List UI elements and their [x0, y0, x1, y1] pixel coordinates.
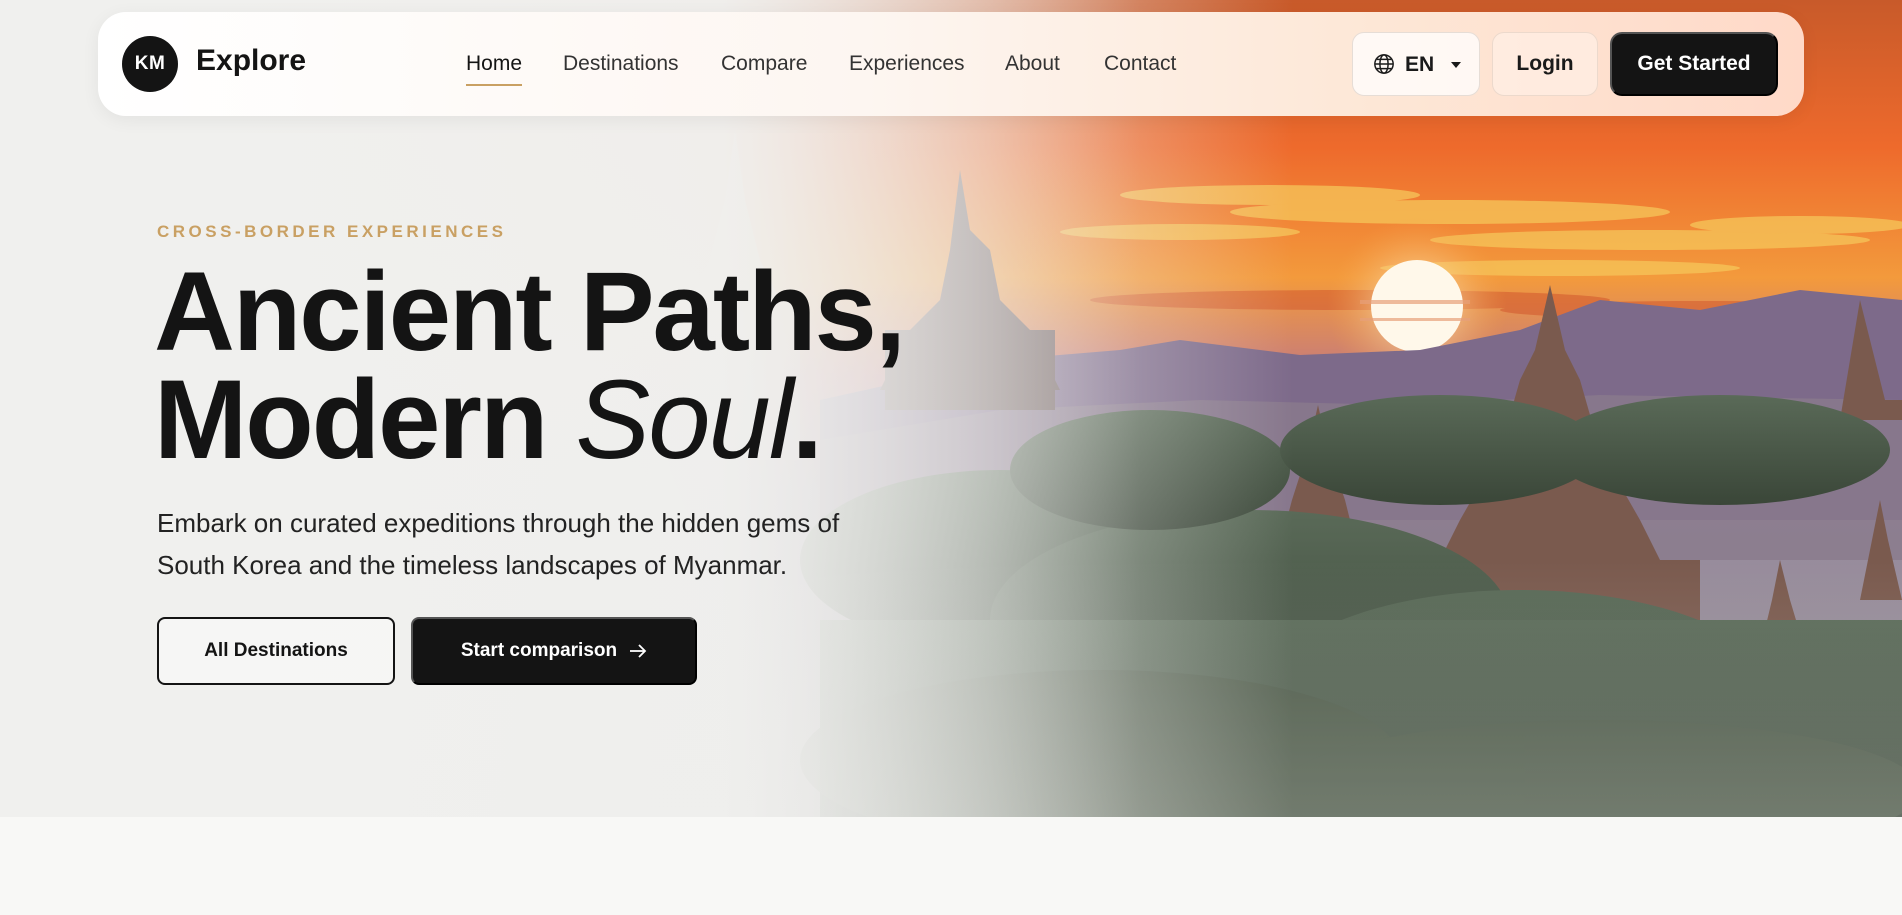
- start-comparison-label: Start comparison: [460, 640, 618, 661]
- nav-link-contact[interactable]: Contact: [1104, 52, 1176, 76]
- headline-line-1: Ancient Paths,: [154, 249, 906, 374]
- nav-link-label: Contact: [1104, 52, 1177, 75]
- nav-link-label: Destinations: [563, 52, 679, 75]
- nav-link-about[interactable]: About: [1005, 52, 1060, 76]
- nav-link-label: Experiences: [849, 52, 965, 75]
- nav-link-label: Compare: [721, 52, 808, 75]
- nav-link-compare[interactable]: Compare: [721, 52, 807, 76]
- headline-line-2-plain: Modern: [154, 357, 576, 482]
- headline-line-2-end: .: [791, 357, 823, 482]
- brand-name[interactable]: Explore: [196, 44, 306, 78]
- hero-eyebrow: CROSS-BORDER EXPERIENCES: [157, 222, 507, 241]
- active-nav-underline: [466, 84, 523, 86]
- start-comparison-button[interactable]: Start comparison: [411, 617, 697, 685]
- all-destinations-button[interactable]: All Destinations: [157, 617, 395, 685]
- get-started-button[interactable]: Get Started: [1610, 32, 1778, 96]
- language-code: EN: [1405, 53, 1435, 76]
- nav-link-destinations[interactable]: Destinations: [563, 52, 679, 76]
- nav-link-label: Home: [466, 52, 523, 75]
- brand-monogram[interactable]: KM: [122, 36, 178, 92]
- globe-icon: [1374, 54, 1394, 74]
- hero-bottom-fade: [0, 560, 1902, 817]
- language-selector[interactable]: EN: [1352, 32, 1480, 96]
- nav-link-label: About: [1005, 52, 1060, 75]
- hero-headline: Ancient Paths, Modern Soul.: [154, 256, 906, 476]
- headline-line-2-italic: Soul: [575, 357, 794, 482]
- top-navbar: KM Explore Home Destinations Compare Exp…: [98, 12, 1804, 116]
- nav-link-home[interactable]: Home: [466, 52, 523, 86]
- login-button[interactable]: Login: [1492, 32, 1598, 96]
- arrow-right-icon: [630, 644, 647, 658]
- hero-subtext: Embark on curated expeditions through th…: [157, 508, 840, 580]
- chevron-down-icon: [1451, 62, 1461, 68]
- nav-link-experiences[interactable]: Experiences: [849, 52, 965, 76]
